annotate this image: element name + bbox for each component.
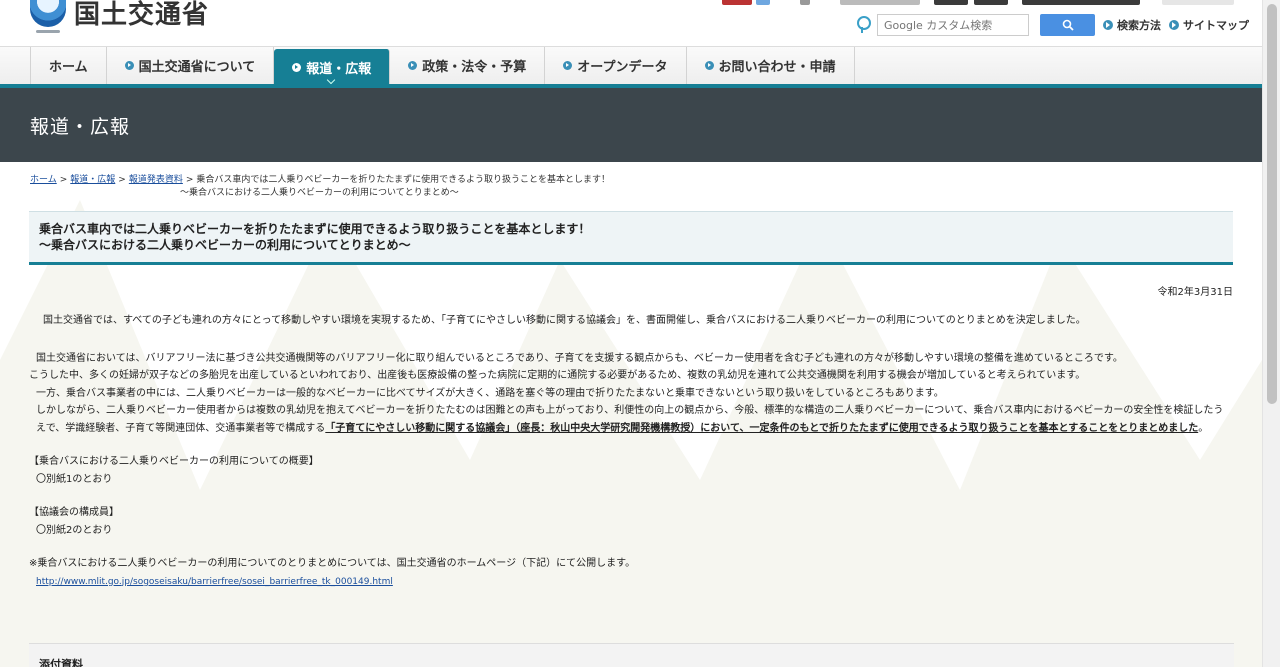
nav-home[interactable]: ホーム <box>30 47 107 84</box>
breadcrumb-current: 乗合バス車内では二人乗りベビーカーを折りたたまずに使用できるよう取り扱うことを基… <box>196 175 610 185</box>
article-paragraph: 国土交通省においては、バリアフリー法に基づき公共交通機関等のバリアフリー化に取り… <box>36 352 1123 364</box>
arrow-bullet-icon <box>292 62 302 72</box>
overview-heading: 【乗合バスにおける二人乗りベビーカーの利用についての概要】 <box>29 456 319 467</box>
council-summary-emphasis: 「子育てにやさしい移動に関する協議会」（座長：秋山中央大学研究開発機構教授）にお… <box>325 422 1199 434</box>
attachments-heading: 添付資料 <box>29 643 1234 667</box>
breadcrumb-press[interactable]: 報道・広報 <box>70 175 115 185</box>
utility-bar <box>700 0 1262 6</box>
location-pin-icon <box>855 16 871 34</box>
arrow-bullet-icon <box>563 61 573 70</box>
logo-emblem-icon <box>30 0 66 33</box>
breadcrumb-home[interactable]: ホーム <box>30 175 57 185</box>
note-text: ※乗合バスにおける二人乗りベビーカーの利用についてのとりまとめについては、国土交… <box>29 558 636 569</box>
arrow-bullet-icon <box>124 61 134 70</box>
breadcrumb: ホーム > 報道・広報 > 報道発表資料 > 乗合バス車内では二人乗りベビーカーを折りたたま… <box>30 174 1232 200</box>
breadcrumb-releases[interactable]: 報道発表資料 <box>129 175 183 185</box>
members-section: 【協議会の構成員】 〇別紙2のとおり <box>29 504 1233 539</box>
logo-text: 国土交通省 <box>74 0 210 30</box>
publish-date: 令和2年3月31日 <box>1157 287 1233 298</box>
section-banner: 報道・広報 <box>0 88 1262 162</box>
nav-contact[interactable]: お問い合わせ・申請 <box>687 47 855 84</box>
vertical-scrollbar[interactable] <box>1262 0 1280 667</box>
article-paragraph: 一方、乗合バス事業者の中には、二人乗りベビーカーは一般的なベビーカーに比べてサイ… <box>36 387 944 399</box>
article-paragraph: こうした中、多くの妊婦が双子などの多胎児を出産しているといわれており、出産後も医… <box>29 370 1086 381</box>
sitemap-link[interactable]: サイトマップ <box>1169 17 1249 33</box>
arrow-bullet-icon <box>1169 20 1179 30</box>
article-title: 乗合バス車内では二人乗りベビーカーを折りたたまずに使用できるよう取り扱うことを基… <box>39 222 591 236</box>
search-input[interactable] <box>877 14 1029 36</box>
search-button[interactable] <box>1040 14 1095 36</box>
article-body: 国土交通省では、すべての子ども連れの方々にとって移動しやすい環境を実現するため、… <box>29 312 1233 591</box>
overview-item: 〇別紙1のとおり <box>36 473 113 485</box>
overview-section: 【乗合バスにおける二人乗りベビーカーの利用についての概要】 〇別紙1のとおり <box>29 453 1233 488</box>
homepage-link[interactable]: http://www.mlit.go.jp/sogoseisaku/barrie… <box>29 577 393 587</box>
article-paragraph: しかしながら、二人乗りベビーカー使用者からは複数の乳幼児を抱えてベビーカーを折り… <box>36 405 1224 434</box>
search-icon <box>1062 19 1074 31</box>
scrollbar-thumb[interactable] <box>1267 4 1277 404</box>
search-help-link[interactable]: 検索方法 <box>1103 17 1161 33</box>
search-area: 検索方法 サイトマップ <box>855 14 1249 36</box>
arrow-bullet-icon <box>1103 20 1113 30</box>
global-nav: ホーム 国土交通省について 報道・広報 政策・法令・予算 オープンデータ お問い… <box>0 46 1262 88</box>
mlit-logo[interactable]: 国土交通省 <box>30 0 210 33</box>
nav-opendata[interactable]: オープンデータ <box>545 47 687 84</box>
breadcrumb-current-subtitle: ～乗合バスにおける二人乗りベビーカーの利用についてとりまとめ～ <box>180 188 459 198</box>
article-title-box: 乗合バス車内では二人乗りベビーカーを折りたたまずに使用できるよう取り扱うことを基… <box>29 211 1233 265</box>
article-subtitle: ～乗合バスにおける二人乗りベビーカーの利用についてとりまとめ～ <box>39 238 411 252</box>
members-heading: 【協議会の構成員】 <box>29 507 119 518</box>
nav-policy[interactable]: 政策・法令・予算 <box>390 47 546 84</box>
nav-press[interactable]: 報道・広報 <box>274 49 391 85</box>
nav-about[interactable]: 国土交通省について <box>107 47 275 84</box>
members-item: 〇別紙2のとおり <box>36 524 113 536</box>
article-lead: 国土交通省では、すべての子ども連れの方々にとって移動しやすい環境を実現するため、… <box>43 315 1086 326</box>
arrow-bullet-icon <box>408 61 418 70</box>
note-section: ※乗合バスにおける二人乗りベビーカーの利用についてのとりまとめについては、国土交… <box>29 555 1233 591</box>
section-title: 報道・広報 <box>30 115 131 138</box>
site-header: 国土交通省 検索方法 サイトマップ <box>0 0 1262 46</box>
arrow-bullet-icon <box>704 61 714 70</box>
chevron-down-icon <box>326 75 335 85</box>
